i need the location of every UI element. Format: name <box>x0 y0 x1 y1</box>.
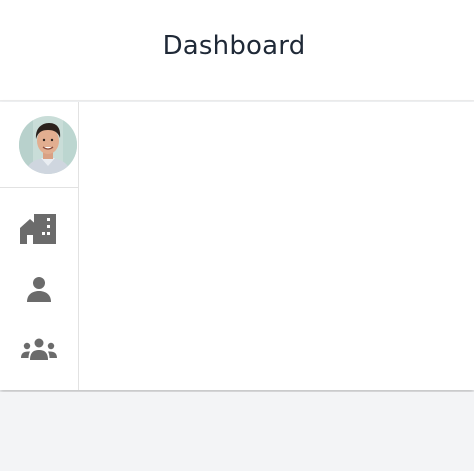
people-group-icon <box>21 338 57 360</box>
sidebar-item-team[interactable] <box>0 327 78 371</box>
header-bar: Dashboard <box>0 0 474 101</box>
person-icon <box>27 277 51 302</box>
avatar-section <box>0 102 78 188</box>
content-panel <box>0 102 474 390</box>
page-title: Dashboard <box>162 31 306 61</box>
sidebar-item-buildings[interactable] <box>0 207 78 251</box>
avatar[interactable] <box>19 116 77 174</box>
buildings-icon <box>20 214 56 244</box>
main-content <box>79 102 474 390</box>
sidebar-item-user[interactable] <box>0 267 78 311</box>
sidebar <box>0 102 79 390</box>
page-background <box>0 392 474 471</box>
